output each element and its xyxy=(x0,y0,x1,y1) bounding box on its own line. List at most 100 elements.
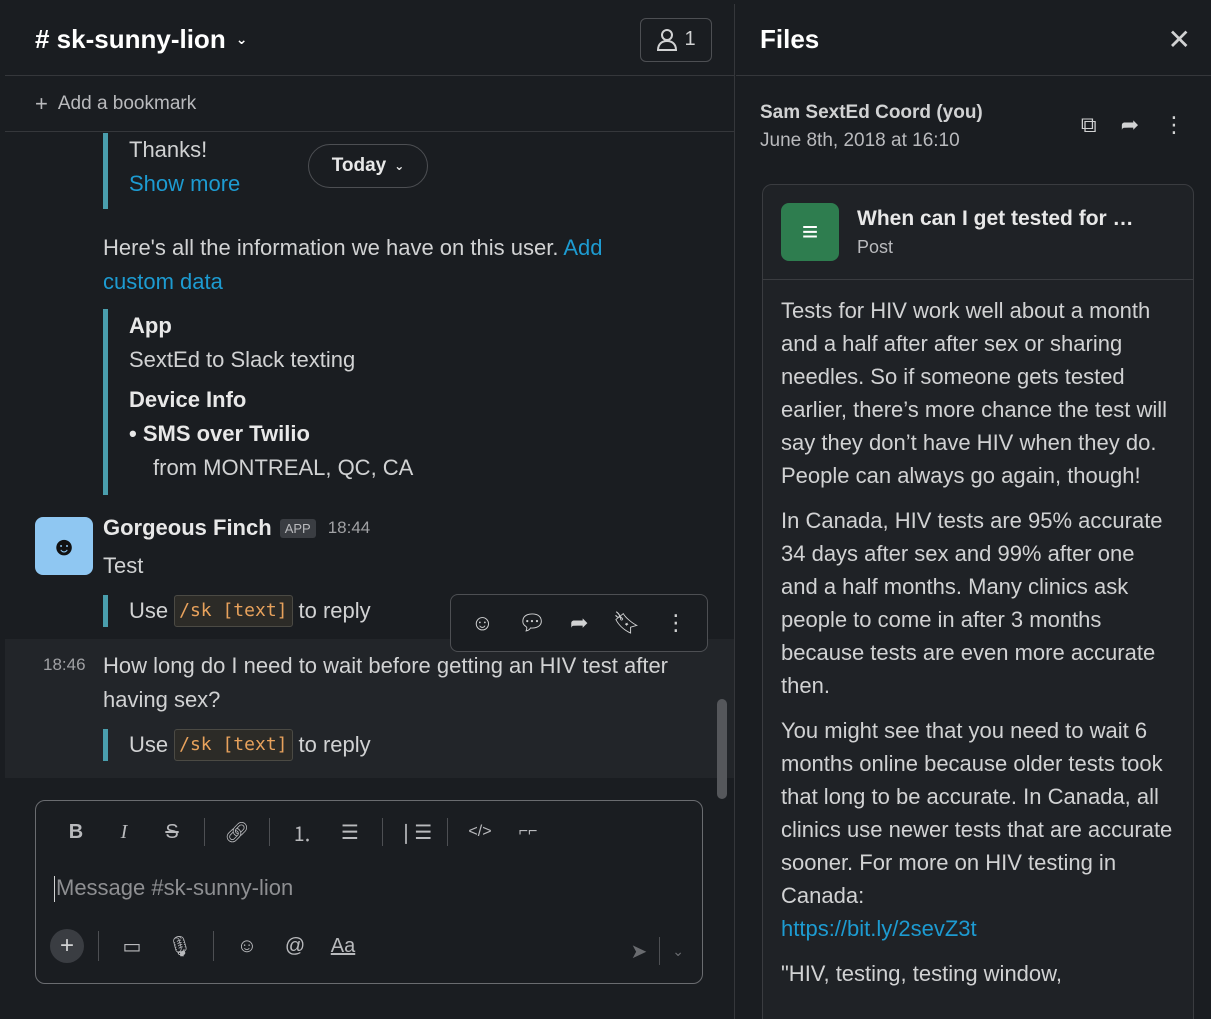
post-type: Post xyxy=(857,236,894,257)
device-label: Device Info xyxy=(129,387,247,412)
message-list: Thanks! Show more Today ⌄ Here's all the… xyxy=(5,133,734,778)
file-date: June 8th, 2018 at 16:10 xyxy=(760,130,960,151)
reply-suffix: to reply xyxy=(298,732,371,757)
post-paragraph: Tests for HIV work well about a month an… xyxy=(781,298,1167,488)
reply-hint: Use /sk [text] to reply xyxy=(103,595,371,627)
microphone-icon[interactable]: 🎙︎ xyxy=(161,934,199,959)
date-divider-button[interactable]: Today ⌄ xyxy=(308,144,428,188)
text-caret xyxy=(54,876,55,903)
video-icon[interactable]: ▭ xyxy=(113,934,151,959)
toolbar-divider xyxy=(213,931,214,961)
open-external-icon[interactable]: ⧉ xyxy=(1081,112,1097,138)
post-document-icon: ≡ xyxy=(781,203,839,261)
toolbar-divider xyxy=(447,818,448,846)
message-row-hovered[interactable]: 18:46 How long do I need to wait before … xyxy=(5,639,734,778)
toolbar-divider xyxy=(659,937,661,965)
strikethrough-icon[interactable]: S xyxy=(150,821,194,844)
file-owner[interactable]: Sam SextEd Coord (you) xyxy=(760,102,983,124)
toolbar-divider xyxy=(98,931,99,961)
add-bookmark-button[interactable]: + Add a bookmark xyxy=(5,76,734,132)
message-placeholder: Message #sk-sunny-lion xyxy=(56,875,294,900)
add-reaction-icon[interactable]: ☺ xyxy=(471,610,493,636)
message-header: Gorgeous Finch APP 18:44 xyxy=(103,515,370,541)
send-icon[interactable]: ➤ xyxy=(631,939,648,964)
channel-pane: # sk-sunny-lion ⌄ 1 + Add a bookmark Tha… xyxy=(5,4,735,1019)
code-icon[interactable]: </> xyxy=(458,823,502,841)
member-count: 1 xyxy=(684,28,696,50)
toolbar-divider xyxy=(269,818,270,846)
toolbar-divider xyxy=(382,818,383,846)
bot-face-icon: ☻ xyxy=(50,530,78,561)
post-paragraph: "HIV, testing, testing window, xyxy=(781,961,1062,986)
chevron-down-icon: ⌄ xyxy=(394,159,405,173)
info-text: Here's all the information we have on th… xyxy=(103,235,559,260)
more-actions-icon[interactable]: ⋮ xyxy=(1163,112,1185,138)
more-actions-icon[interactable]: ⋮ xyxy=(665,610,687,636)
close-icon[interactable]: ✕ xyxy=(1168,23,1191,56)
avatar[interactable]: ☻ xyxy=(35,517,93,575)
text-format-icon[interactable]: Aa xyxy=(324,935,362,958)
ordered-list-icon[interactable]: ⒈ xyxy=(280,818,324,847)
app-label: App xyxy=(129,313,172,338)
show-more-link[interactable]: Show more xyxy=(129,167,240,201)
attach-plus-icon[interactable]: + xyxy=(50,929,84,963)
mention-icon[interactable]: @ xyxy=(276,935,314,958)
emoji-icon[interactable]: ☺ xyxy=(228,935,266,958)
code-block-icon[interactable]: ⌐⌐ xyxy=(506,823,550,841)
post-paragraph: In Canada, HIV tests are 95% accurate 34… xyxy=(781,508,1163,698)
person-icon xyxy=(657,28,678,51)
blockquote-icon[interactable]: ❘☰ xyxy=(393,820,437,845)
reply-thread-icon[interactable]: 💬︎ xyxy=(518,610,546,636)
reply-prefix: Use xyxy=(129,598,169,623)
files-header: Files ✕ xyxy=(736,4,1211,76)
app-badge: APP xyxy=(279,518,316,538)
scrollbar-thumb[interactable] xyxy=(717,699,727,799)
reply-hint: Use /sk [text] to reply xyxy=(103,729,371,761)
message-composer: B I S 🔗︎ ⒈ ☰ ❘☰ </> ⌐⌐ Message #sk-sunny… xyxy=(35,800,703,984)
attachment-thanks: Thanks! Show more xyxy=(103,133,240,209)
file-actions: ⧉ ➦ ⋮ xyxy=(1081,112,1185,138)
file-meta: Sam SextEd Coord (you) June 8th, 2018 at… xyxy=(760,102,983,152)
forward-icon[interactable]: ➦ xyxy=(570,610,588,636)
channel-name-button[interactable]: # sk-sunny-lion ⌄ xyxy=(35,24,247,55)
reply-code: /sk [text] xyxy=(174,595,293,627)
bulleted-list-icon[interactable]: ☰ xyxy=(328,820,372,845)
plus-icon: + xyxy=(35,90,48,116)
device-location: from MONTREAL, QC, CA xyxy=(153,455,414,480)
post-body: Tests for HIV work well about a month an… xyxy=(763,280,1193,1016)
post-header[interactable]: ≡ When can I get tested for … Post xyxy=(763,185,1193,280)
post-paragraph: You might see that you need to wait 6 mo… xyxy=(781,718,1173,908)
members-button[interactable]: 1 xyxy=(640,17,712,62)
post-link[interactable]: https://bit.ly/2sevZ3t xyxy=(781,912,1175,945)
sender-name[interactable]: Gorgeous Finch xyxy=(103,515,272,541)
formatting-toolbar: B I S 🔗︎ ⒈ ☰ ❘☰ </> ⌐⌐ xyxy=(36,801,702,863)
chevron-down-icon[interactable]: ⌄ xyxy=(672,943,684,960)
info-message: Here's all the information we have on th… xyxy=(103,231,663,299)
share-icon[interactable]: ➦ xyxy=(1121,112,1139,138)
channel-header: # sk-sunny-lion ⌄ 1 xyxy=(5,4,734,76)
post-title: When can I get tested for … xyxy=(857,206,1134,230)
chevron-down-icon: ⌄ xyxy=(235,31,248,47)
files-title: Files xyxy=(760,24,820,54)
attachment-user-info: App SextEd to Slack texting Device Info … xyxy=(103,309,413,495)
message-input[interactable]: Message #sk-sunny-lion xyxy=(54,875,294,903)
date-label: Today xyxy=(331,155,387,176)
app-value: SextEd to Slack texting xyxy=(129,347,356,372)
composer-actions: + ▭ 🎙︎ ☺ @ Aa xyxy=(50,929,362,963)
device-value: • SMS over Twilio xyxy=(129,421,310,446)
channel-name: # sk-sunny-lion xyxy=(35,24,226,54)
send-controls: ➤ ⌄ xyxy=(631,937,684,965)
bookmark-icon[interactable]: 🔖︎ xyxy=(613,610,641,636)
message-actions-toolbar: ☺ 💬︎ ➦ 🔖︎ ⋮ xyxy=(450,594,708,652)
bold-icon[interactable]: B xyxy=(54,821,98,844)
toolbar-divider xyxy=(204,818,205,846)
link-icon[interactable]: 🔗︎ xyxy=(215,820,259,845)
post-card: ≡ When can I get tested for … Post Tests… xyxy=(762,184,1194,1019)
message-timestamp[interactable]: 18:46 xyxy=(43,655,86,675)
italic-icon[interactable]: I xyxy=(102,821,146,844)
add-bookmark-label: Add a bookmark xyxy=(57,92,197,114)
files-panel: Files ✕ Sam SextEd Coord (you) June 8th,… xyxy=(736,4,1211,1019)
app-window: # sk-sunny-lion ⌄ 1 + Add a bookmark Tha… xyxy=(5,4,1211,1019)
reply-prefix: Use xyxy=(129,732,169,757)
message-timestamp[interactable]: 18:44 xyxy=(328,518,371,538)
